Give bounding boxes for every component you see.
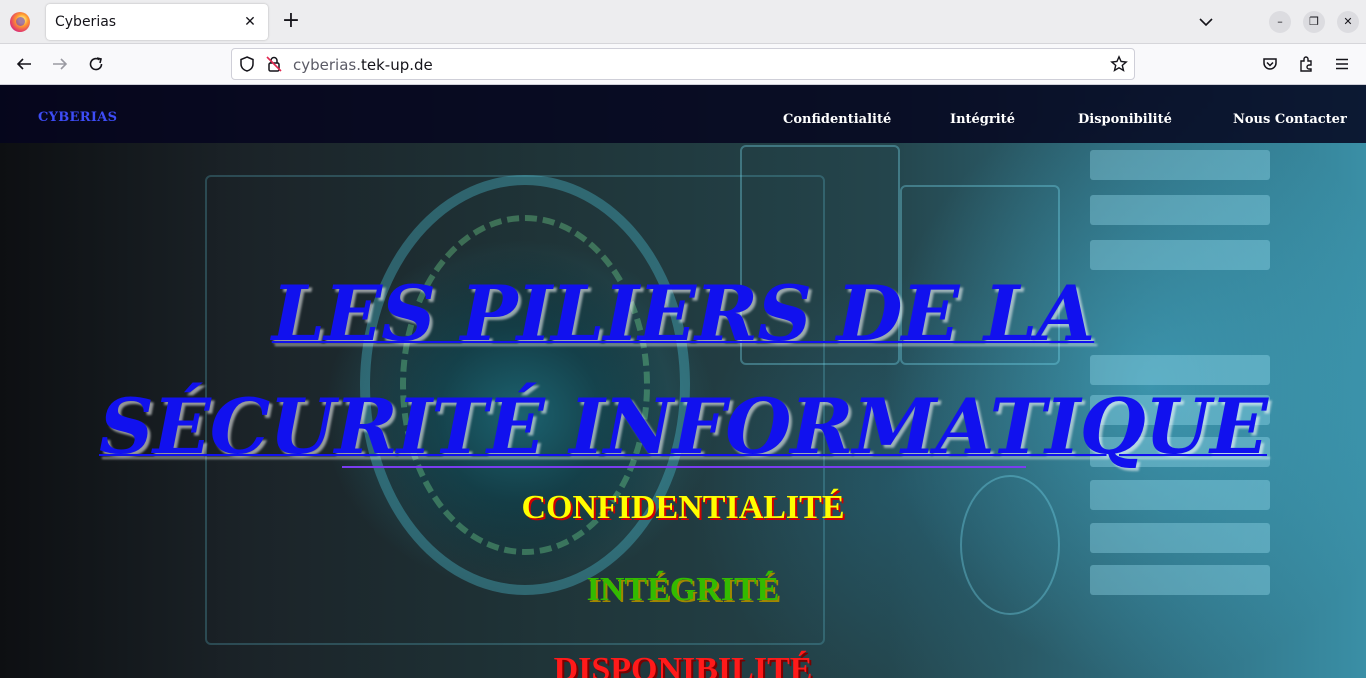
url-domain: tek-up.de [360, 56, 433, 74]
firefox-icon [10, 12, 30, 32]
bg-row [1090, 195, 1270, 225]
bg-row [1090, 523, 1270, 553]
bg-row [1090, 150, 1270, 180]
insecure-lock-icon[interactable] [265, 55, 283, 77]
pillar-disponibilite: DISPONIBILITÉ [553, 651, 813, 678]
tab-close-icon[interactable]: ✕ [240, 12, 260, 32]
hero-title: LES PILIERS DE LA SÉCURITÉ INFORMATIQUE [98, 269, 1268, 471]
minimize-button[interactable]: – [1269, 11, 1291, 33]
pocket-icon[interactable] [1258, 52, 1282, 76]
nav-link-disponibilite[interactable]: Disponibilité [1078, 112, 1172, 127]
nav-link-integrite[interactable]: Intégrité [950, 112, 1015, 127]
nav-link-confidentialite[interactable]: Confidentialité [783, 112, 891, 127]
tab-list-icon[interactable] [1196, 12, 1216, 32]
back-icon[interactable] [12, 52, 36, 76]
nav-link-contact[interactable]: Nous Contacter [1233, 112, 1347, 127]
site-header: CYBERIAS Confidentialité Intégrité Dispo… [0, 85, 1366, 143]
hero-divider [342, 466, 1026, 468]
bookmark-star-icon[interactable] [1110, 55, 1128, 77]
pillar-integrite: INTÉGRITÉ [586, 571, 780, 608]
tab-bar: Cyberias ✕ + – ❐ ✕ [0, 0, 1366, 44]
url-text: cyberias.tek-up.de [293, 56, 433, 74]
page-viewport: CYBERIAS Confidentialité Intégrité Dispo… [0, 85, 1366, 678]
shield-icon[interactable] [238, 55, 256, 77]
extensions-icon[interactable] [1294, 52, 1318, 76]
url-subdomain: cyberias. [293, 56, 361, 74]
url-bar[interactable]: cyberias.tek-up.de [231, 48, 1135, 80]
site-brand[interactable]: CYBERIAS [38, 110, 117, 125]
new-tab-button[interactable]: + [280, 10, 302, 32]
tab-active[interactable]: Cyberias ✕ [46, 4, 268, 40]
forward-icon[interactable] [48, 52, 72, 76]
navigation-toolbar: cyberias.tek-up.de [0, 44, 1366, 85]
menu-icon[interactable] [1330, 52, 1354, 76]
reload-icon[interactable] [84, 52, 108, 76]
pillar-confidentialite: CONFIDENTIALITÉ [521, 489, 845, 526]
tab-title: Cyberias [55, 14, 117, 30]
close-window-button[interactable]: ✕ [1337, 11, 1359, 33]
restore-button[interactable]: ❐ [1303, 11, 1325, 33]
